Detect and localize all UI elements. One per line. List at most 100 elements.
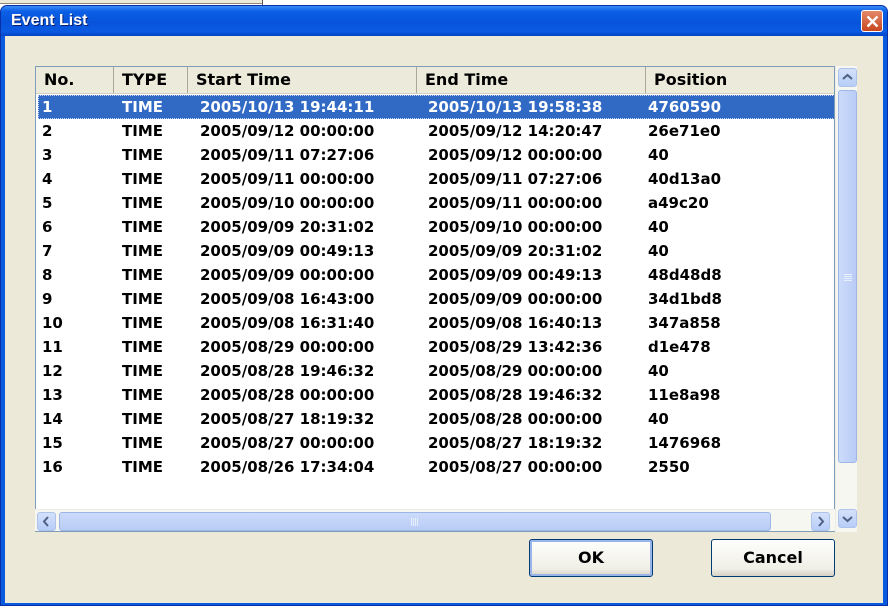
cell-position: 11e8a98 — [648, 386, 721, 404]
cell-start-time: 2005/09/11 00:00:00 — [200, 170, 375, 188]
cell-type: TIME — [122, 386, 163, 404]
column-header-position[interactable]: Position — [646, 67, 834, 93]
thumb-grip — [844, 278, 852, 279]
cell-type: TIME — [122, 410, 163, 428]
ok-button[interactable]: OK — [529, 539, 653, 577]
cell-end-time: 2005/08/28 00:00:00 — [428, 410, 603, 428]
cell-start-time: 2005/09/09 20:31:02 — [200, 218, 375, 236]
chevron-down-icon — [842, 516, 853, 523]
cell-no: 13 — [42, 386, 63, 404]
cell-position: 40d13a0 — [648, 170, 722, 188]
cell-type: TIME — [122, 194, 163, 212]
cell-position: 40 — [648, 242, 669, 260]
table-row[interactable]: 1 TIME 2005/10/13 19:44:11 2005/10/13 19:58… — [36, 95, 834, 119]
table-row[interactable]: 5 TIME 2005/09/10 00:00:00 2005/09/11 00:00… — [36, 191, 834, 215]
close-x-icon — [866, 15, 879, 28]
cell-position: 1476968 — [648, 434, 722, 452]
cell-end-time: 2005/09/11 00:00:00 — [428, 194, 603, 212]
cell-no: 7 — [42, 242, 53, 260]
table-row[interactable]: 8 TIME 2005/09/09 00:00:00 2005/09/09 00:49… — [36, 263, 834, 287]
cell-end-time: 2005/08/27 00:00:00 — [428, 458, 603, 476]
cell-no: 14 — [42, 410, 63, 428]
cell-position: 40 — [648, 218, 669, 236]
table-row[interactable]: 3 TIME 2005/09/11 07:27:06 2005/09/12 00:00… — [36, 143, 834, 167]
event-list-view[interactable]: No. TYPE Start Time End Time Position 1 T… — [35, 66, 835, 532]
scroll-up-button[interactable] — [838, 68, 857, 87]
cell-type: TIME — [122, 218, 163, 236]
cell-no: 10 — [42, 314, 63, 332]
close-button[interactable] — [861, 10, 883, 32]
cell-end-time: 2005/08/29 13:42:36 — [428, 338, 603, 356]
cell-end-time: 2005/09/08 16:40:13 — [428, 314, 603, 332]
vertical-scroll-thumb[interactable] — [838, 90, 857, 463]
horizontal-scrollbar[interactable] — [35, 509, 835, 531]
cell-position: d1e478 — [648, 338, 711, 356]
vertical-scrollbar[interactable] — [835, 66, 857, 532]
table-row[interactable]: 11 TIME 2005/08/29 00:00:00 2005/08/29 13:4… — [36, 335, 834, 359]
cell-position: 26e71e0 — [648, 122, 721, 140]
cell-type: TIME — [122, 434, 163, 452]
column-header-end-time[interactable]: End Time — [417, 67, 646, 93]
dialog-title: Event List — [11, 12, 88, 29]
cell-position: 34d1bd8 — [648, 290, 722, 308]
cell-end-time: 2005/09/10 00:00:00 — [428, 218, 603, 236]
cell-no: 12 — [42, 362, 63, 380]
title-bar[interactable]: Event List — [1, 6, 887, 36]
cell-type: TIME — [122, 242, 163, 260]
scroll-right-button[interactable] — [811, 512, 830, 531]
cell-position: 2550 — [648, 458, 690, 476]
cell-start-time: 2005/08/29 00:00:00 — [200, 338, 375, 356]
cell-no: 5 — [42, 194, 53, 212]
thumb-grip — [415, 518, 416, 526]
column-header-no[interactable]: No. — [36, 67, 114, 93]
cell-end-time: 2005/09/09 00:00:00 — [428, 290, 603, 308]
scroll-left-button[interactable] — [37, 512, 56, 531]
cell-no: 1 — [42, 98, 53, 116]
cell-position: 40 — [648, 146, 669, 164]
thumb-grip — [844, 276, 852, 277]
cell-type: TIME — [122, 98, 163, 116]
dialog-body: No. TYPE Start Time End Time Position 1 T… — [5, 36, 883, 603]
table-row[interactable]: 15 TIME 2005/08/27 00:00:00 2005/08/27 18:1… — [36, 431, 834, 455]
cell-start-time: 2005/08/26 17:34:04 — [200, 458, 375, 476]
thumb-grip — [411, 518, 412, 526]
table-row[interactable]: 6 TIME 2005/09/09 20:31:02 2005/09/10 00:00… — [36, 215, 834, 239]
scroll-down-button[interactable] — [838, 509, 857, 528]
cell-end-time: 2005/08/29 00:00:00 — [428, 362, 603, 380]
cell-type: TIME — [122, 338, 163, 356]
chevron-right-icon — [818, 516, 825, 527]
table-row[interactable]: 4 TIME 2005/09/11 00:00:00 2005/09/11 07:27… — [36, 167, 834, 191]
cell-no: 9 — [42, 290, 53, 308]
cell-end-time: 2005/08/27 18:19:32 — [428, 434, 603, 452]
cell-start-time: 2005/08/27 18:19:32 — [200, 410, 375, 428]
table-row[interactable]: 12 TIME 2005/08/28 19:46:32 2005/08/29 00:0… — [36, 359, 834, 383]
horizontal-scroll-thumb[interactable] — [59, 512, 771, 531]
cancel-button[interactable]: Cancel — [711, 539, 835, 577]
cell-position: 4760590 — [648, 98, 722, 116]
cell-end-time: 2005/09/11 07:27:06 — [428, 170, 603, 188]
cell-start-time: 2005/09/11 07:27:06 — [200, 146, 375, 164]
cell-start-time: 2005/08/28 19:46:32 — [200, 362, 375, 380]
cell-start-time: 2005/09/10 00:00:00 — [200, 194, 375, 212]
background-window-fragment — [0, 0, 262, 4]
cell-start-time: 2005/10/13 19:44:11 — [200, 98, 375, 116]
cell-no: 3 — [42, 146, 53, 164]
list-header: No. TYPE Start Time End Time Position — [36, 67, 834, 94]
table-row[interactable]: 7 TIME 2005/09/09 00:49:13 2005/09/09 20:31… — [36, 239, 834, 263]
column-header-start-time[interactable]: Start Time — [188, 67, 417, 93]
table-row[interactable]: 14 TIME 2005/08/27 18:19:32 2005/08/28 00:0… — [36, 407, 834, 431]
table-row[interactable]: 10 TIME 2005/09/08 16:31:40 2005/09/08 16:4… — [36, 311, 834, 335]
cell-position: 40 — [648, 410, 669, 428]
column-header-type[interactable]: TYPE — [114, 67, 188, 93]
cell-type: TIME — [122, 290, 163, 308]
table-row[interactable]: 9 TIME 2005/09/08 16:43:00 2005/09/09 00:00… — [36, 287, 834, 311]
thumb-grip — [413, 518, 414, 526]
chevron-left-icon — [42, 516, 49, 527]
cell-end-time: 2005/09/12 00:00:00 — [428, 146, 603, 164]
table-row[interactable]: 16 TIME 2005/08/26 17:34:04 2005/08/27 00:0… — [36, 455, 834, 479]
table-row[interactable]: 2 TIME 2005/09/12 00:00:00 2005/09/12 14:20… — [36, 119, 834, 143]
cell-type: TIME — [122, 146, 163, 164]
thumb-grip — [844, 274, 852, 275]
cell-start-time: 2005/09/09 00:49:13 — [200, 242, 375, 260]
table-row[interactable]: 13 TIME 2005/08/28 00:00:00 2005/08/28 19:4… — [36, 383, 834, 407]
